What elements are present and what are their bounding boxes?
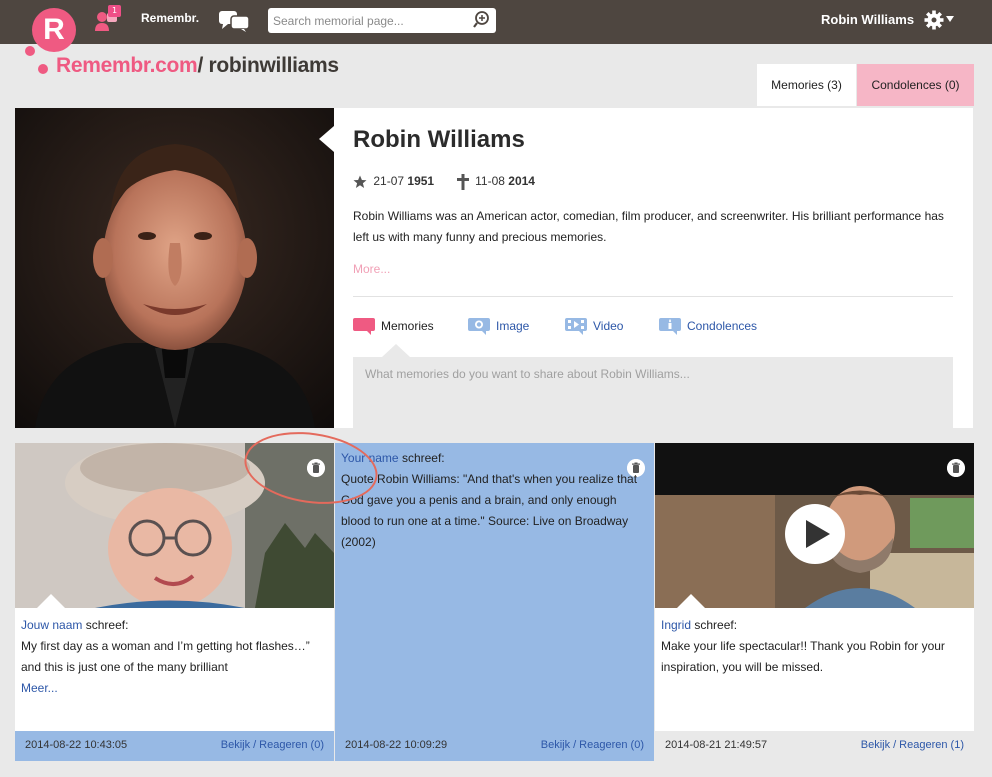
card-body: Ingrid schreef: Make your life spectacul…: [661, 615, 966, 678]
card-message: My first day as a woman and I’m getting …: [21, 639, 310, 674]
logo-dot: [38, 64, 48, 74]
death-day: 11-08: [475, 174, 505, 189]
search-input[interactable]: [268, 8, 468, 33]
card-body: Your name schreef: Quote Robin Williams:…: [341, 448, 646, 553]
life-dates: 21-07 1951 11-08 2014: [353, 174, 535, 190]
view-link[interactable]: Bekijk: [221, 739, 250, 751]
wrote-label: schreef:: [85, 618, 129, 632]
post-tab-label: Memories: [381, 319, 434, 333]
wrote-label: schreef:: [694, 618, 738, 632]
share-pointer: [382, 344, 410, 357]
card-pointer: [37, 594, 65, 608]
post-tab-condolences[interactable]: Condolences: [659, 316, 757, 336]
card-body: Jouw naam schreef: My first day as a wom…: [21, 615, 326, 699]
card-actions: Bekijk / Reageren (0): [540, 739, 644, 751]
notification-badge: 1: [108, 5, 122, 17]
video-thumbnail[interactable]: [655, 443, 974, 608]
site-name[interactable]: Remembr.com: [56, 54, 198, 77]
memory-card: Ingrid schreef: Make your life spectacul…: [655, 443, 974, 761]
post-tab-image[interactable]: Image: [468, 316, 529, 336]
candle-icon: [659, 318, 681, 335]
author-link[interactable]: Your name: [341, 451, 399, 465]
biography: Robin Williams was an American actor, co…: [353, 209, 944, 244]
birth-day: 21-07: [373, 174, 405, 189]
timestamp: 2014-08-21 21:49:57: [665, 739, 768, 751]
video-icon: [565, 318, 587, 335]
star-icon: [353, 175, 367, 188]
author-link[interactable]: Ingrid: [661, 618, 691, 632]
post-tab-label: Video: [593, 319, 624, 333]
divider: [353, 296, 953, 297]
brand-link[interactable]: Remembr.: [141, 11, 199, 25]
memory-card: Your name schreef: Quote Robin Williams:…: [335, 443, 654, 761]
tab-condolences[interactable]: Condolences (0): [857, 64, 974, 106]
page-title: Remembr.com/ robinwilliams: [56, 54, 339, 78]
search-box: [268, 8, 496, 33]
trash-icon[interactable]: [307, 459, 325, 477]
card-footer: 2014-08-21 21:49:57 Bekijk / Reageren (1): [655, 731, 974, 761]
card-actions: Bekijk / Reageren (1): [860, 739, 964, 751]
post-tab-label: Image: [496, 319, 530, 333]
more-link[interactable]: More...: [353, 262, 390, 276]
card-photo[interactable]: [15, 443, 334, 608]
view-link[interactable]: Bekijk: [541, 739, 570, 751]
cross-icon: [456, 174, 469, 190]
tab-memories[interactable]: Memories (3): [757, 64, 856, 106]
read-more-link[interactable]: Meer...: [21, 681, 58, 695]
person-name: Robin Williams: [353, 126, 525, 153]
post-tab-label: Condolences: [687, 319, 758, 333]
card-footer: 2014-08-22 10:09:29 Bekijk / Reageren (0): [335, 731, 654, 761]
reply-link[interactable]: Reageren (0): [579, 739, 644, 751]
chevron-down-icon[interactable]: [946, 16, 954, 22]
birth-year: 1951: [407, 174, 435, 189]
portrait-pointer: [319, 126, 334, 152]
card-message: Make your life spectacular!! Thank you R…: [661, 639, 945, 674]
memory-input[interactable]: [353, 357, 953, 428]
post-tab-video[interactable]: Video: [565, 316, 623, 336]
view-link[interactable]: Bekijk: [861, 739, 890, 751]
page-slug: / robinwilliams: [197, 54, 339, 77]
trash-icon[interactable]: [947, 459, 965, 477]
death-year: 2014: [508, 174, 535, 189]
portrait-photo: [15, 108, 334, 428]
card-message: Quote Robin Williams: "And that's when y…: [341, 472, 638, 549]
author-link[interactable]: Jouw naam: [21, 618, 82, 632]
camera-icon: [468, 318, 490, 335]
logo-dot: [25, 46, 35, 56]
card-actions: Bekijk / Reageren (0): [220, 739, 324, 751]
timestamp: 2014-08-22 10:43:05: [25, 739, 128, 751]
profile-panel: Robin Williams 21-07 1951 11-08 2014 Rob…: [15, 108, 973, 428]
top-bar: 1 Remembr. Robin Williams: [0, 0, 992, 44]
user-name[interactable]: Robin Williams: [821, 12, 914, 27]
chat-icon[interactable]: [218, 9, 250, 33]
wrote-label: schreef:: [401, 451, 445, 465]
reply-link[interactable]: Reageren (0): [259, 739, 324, 751]
gear-icon[interactable]: [924, 10, 944, 30]
card-pointer: [677, 594, 705, 608]
memories-icon: [353, 318, 375, 335]
search-icon[interactable]: [473, 11, 491, 29]
card-footer: 2014-08-22 10:43:05 Bekijk / Reageren (0): [15, 731, 334, 761]
post-tab-memories[interactable]: Memories: [353, 316, 434, 336]
timestamp: 2014-08-22 10:09:29: [345, 739, 448, 751]
share-box: [353, 357, 953, 428]
reply-link[interactable]: Reageren (1): [899, 739, 964, 751]
logo-icon[interactable]: R: [32, 8, 76, 52]
memory-card: Jouw naam schreef: My first day as a wom…: [15, 443, 334, 761]
